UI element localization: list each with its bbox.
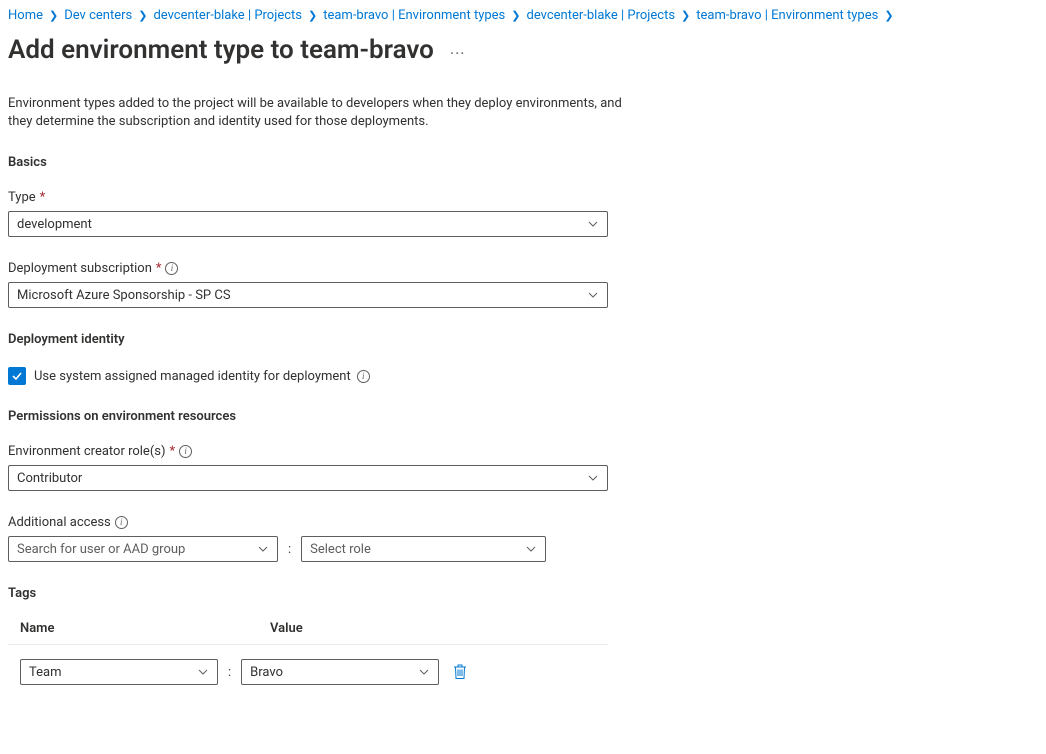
identity-checkbox-label-text: Use system assigned managed identity for… xyxy=(34,369,351,384)
chevron-down-icon xyxy=(587,472,599,484)
chevron-right-icon: ❯ xyxy=(136,9,149,22)
breadcrumb-link-devcenter-projects-2[interactable]: devcenter-blake | Projects xyxy=(526,8,675,23)
breadcrumb-link-devcenter-projects[interactable]: devcenter-blake | Projects xyxy=(153,8,302,23)
chevron-down-icon xyxy=(525,543,537,555)
creator-role-label: Environment creator role(s) * i xyxy=(8,444,1038,459)
separator-colon: : xyxy=(288,542,291,557)
additional-access-label-text: Additional access xyxy=(8,515,111,530)
required-indicator: * xyxy=(156,261,162,276)
chevron-right-icon: ❯ xyxy=(306,9,319,22)
breadcrumb: Home ❯ Dev centers ❯ devcenter-blake | P… xyxy=(8,8,1038,23)
tags-col-value: Value xyxy=(270,621,303,636)
field-type: Type * development xyxy=(8,190,1038,237)
chevron-right-icon: ❯ xyxy=(882,9,895,22)
additional-access-label: Additional access i xyxy=(8,515,1038,530)
section-identity-heading: Deployment identity xyxy=(8,332,1038,347)
section-basics-heading: Basics xyxy=(8,155,1038,170)
field-additional-access: Additional access i Search for user or A… xyxy=(8,515,1038,562)
info-icon[interactable]: i xyxy=(179,445,192,458)
identity-checkbox[interactable] xyxy=(8,367,26,385)
info-icon[interactable]: i xyxy=(357,370,370,383)
field-subscription: Deployment subscription * i Microsoft Az… xyxy=(8,261,1038,308)
type-label-text: Type xyxy=(8,190,36,205)
breadcrumb-link-team-envtypes-2[interactable]: team-bravo | Environment types xyxy=(696,8,878,23)
tag-name-value: Team xyxy=(29,665,62,680)
identity-checkbox-label: Use system assigned managed identity for… xyxy=(34,369,370,384)
chevron-down-icon xyxy=(587,289,599,301)
section-permissions-heading: Permissions on environment resources xyxy=(8,409,1038,424)
tag-row: Team : Bravo xyxy=(8,659,608,685)
info-icon[interactable]: i xyxy=(165,262,178,275)
breadcrumb-link-devcenters[interactable]: Dev centers xyxy=(64,8,132,23)
role-select-placeholder: Select role xyxy=(310,542,371,557)
subscription-select[interactable]: Microsoft Azure Sponsorship - SP CS xyxy=(8,282,608,308)
chevron-right-icon: ❯ xyxy=(509,9,522,22)
chevron-right-icon: ❯ xyxy=(679,9,692,22)
delete-tag-button[interactable] xyxy=(449,660,471,684)
user-search-combobox[interactable]: Search for user or AAD group xyxy=(8,536,278,562)
chevron-down-icon xyxy=(197,666,209,678)
required-indicator: * xyxy=(40,190,46,205)
page-description: Environment types added to the project w… xyxy=(8,95,648,131)
separator-colon: : xyxy=(228,665,231,680)
creator-role-label-text: Environment creator role(s) xyxy=(8,444,166,459)
field-creator-role: Environment creator role(s) * i Contribu… xyxy=(8,444,1038,491)
section-tags-heading: Tags xyxy=(8,586,1038,601)
tags-header-row: Name Value xyxy=(8,621,608,645)
tags-table: Name Value Team : Bravo xyxy=(8,621,608,685)
type-label: Type * xyxy=(8,190,1038,205)
page-title: Add environment type to team-bravo xyxy=(8,35,434,65)
info-icon[interactable]: i xyxy=(115,516,128,529)
subscription-label: Deployment subscription * i xyxy=(8,261,1038,276)
creator-role-select[interactable]: Contributor xyxy=(8,465,608,491)
subscription-select-value: Microsoft Azure Sponsorship - SP CS xyxy=(17,288,231,303)
identity-checkbox-row: Use system assigned managed identity for… xyxy=(8,367,1038,385)
additional-access-row: Search for user or AAD group : Select ro… xyxy=(8,536,1038,562)
tags-col-name: Name xyxy=(20,621,270,636)
breadcrumb-link-home[interactable]: Home xyxy=(8,8,43,23)
type-select-value: development xyxy=(17,217,92,232)
chevron-down-icon xyxy=(418,666,430,678)
chevron-down-icon xyxy=(257,543,269,555)
chevron-down-icon xyxy=(587,218,599,230)
subscription-label-text: Deployment subscription xyxy=(8,261,152,276)
tag-value-input[interactable]: Bravo xyxy=(241,659,439,685)
breadcrumb-link-team-envtypes[interactable]: team-bravo | Environment types xyxy=(323,8,505,23)
more-icon[interactable]: ··· xyxy=(450,38,466,63)
page-title-row: Add environment type to team-bravo ··· xyxy=(8,35,1038,65)
chevron-right-icon: ❯ xyxy=(47,9,60,22)
type-select[interactable]: development xyxy=(8,211,608,237)
tag-name-input[interactable]: Team xyxy=(20,659,218,685)
creator-role-select-value: Contributor xyxy=(17,471,82,486)
required-indicator: * xyxy=(170,444,176,459)
tag-value-value: Bravo xyxy=(250,665,283,680)
role-select[interactable]: Select role xyxy=(301,536,546,562)
user-search-placeholder: Search for user or AAD group xyxy=(17,542,185,557)
